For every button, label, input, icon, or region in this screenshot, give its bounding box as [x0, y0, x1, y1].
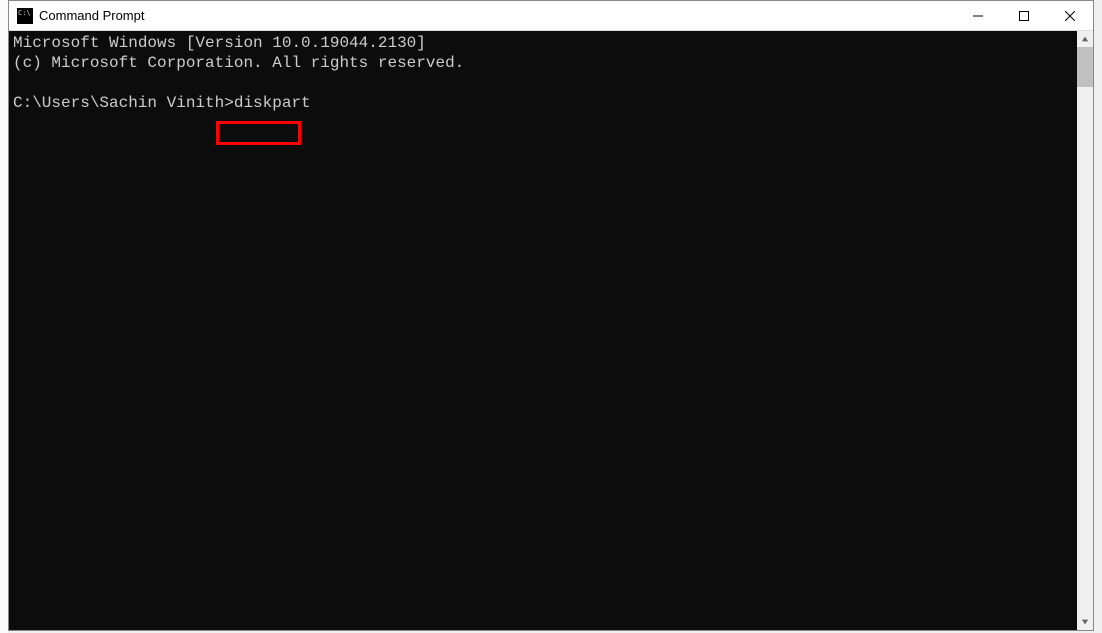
command-text: diskpart	[234, 94, 311, 112]
close-icon	[1065, 11, 1075, 21]
cmd-icon	[17, 8, 33, 24]
window-controls	[955, 1, 1093, 30]
scroll-track[interactable]	[1077, 47, 1093, 614]
maximize-icon	[1019, 11, 1029, 21]
terminal-output[interactable]: Microsoft Windows [Version 10.0.19044.21…	[9, 31, 1077, 630]
page-background-sliver	[0, 0, 8, 633]
vertical-scrollbar[interactable]	[1077, 31, 1093, 630]
maximize-button[interactable]	[1001, 1, 1047, 30]
scroll-up-arrow-icon[interactable]	[1077, 31, 1093, 47]
command-prompt-window: Command Prompt Microsoft Windows [Versio…	[8, 0, 1094, 631]
copyright-line: (c) Microsoft Corporation. All rights re…	[13, 54, 464, 72]
version-line: Microsoft Windows [Version 10.0.19044.21…	[13, 34, 426, 52]
close-button[interactable]	[1047, 1, 1093, 30]
prompt-path: C:\Users\Sachin Vinith>	[13, 94, 234, 112]
terminal-area: Microsoft Windows [Version 10.0.19044.21…	[9, 31, 1093, 630]
titlebar[interactable]: Command Prompt	[9, 1, 1093, 31]
window-title: Command Prompt	[39, 8, 144, 23]
minimize-button[interactable]	[955, 1, 1001, 30]
scroll-down-arrow-icon[interactable]	[1077, 614, 1093, 630]
scroll-thumb[interactable]	[1077, 47, 1093, 87]
minimize-icon	[973, 11, 983, 21]
